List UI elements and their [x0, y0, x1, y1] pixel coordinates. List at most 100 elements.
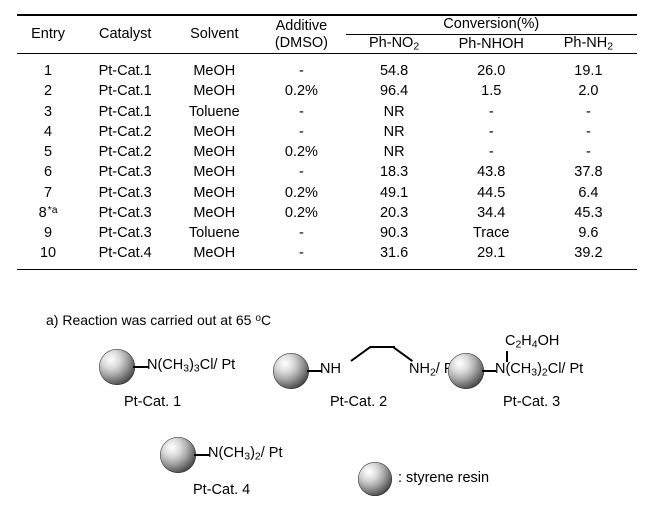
caption-pt-cat-3: Pt-Cat. 3 [503, 394, 561, 410]
table-row: 6 Pt-Cat.3 MeOH - 18.3 43.8 37.8 [17, 162, 637, 182]
cell-additive: - [299, 103, 304, 120]
cell-entry: 6 [17, 162, 79, 182]
column-header-ph-nh2: Ph-NH2 [563, 35, 614, 53]
cell-conversion-ph-no2: 90.3 [379, 225, 409, 242]
cell-catalyst: Pt-Cat.3 [98, 164, 152, 181]
formula-pt-cat-3: N(CH3)2Cl/ Pt [495, 361, 584, 379]
styrene-resin-sphere-icon [160, 437, 196, 473]
cell-solvent: MeOH [193, 164, 236, 181]
cell-catalyst: Pt-Cat.3 [98, 204, 152, 221]
cell-catalyst: Pt-Cat.1 [98, 83, 152, 100]
column-header-additive: Additive (DMSO) [257, 16, 345, 54]
cell-solvent: MeOH [193, 144, 236, 161]
entry-number: 5 [44, 144, 53, 161]
table-row: 9 Pt-Cat.3 Toluene - 90.3 Trace 9.6 [17, 223, 637, 243]
entry-number: 1 [44, 63, 53, 80]
column-header-solvent: Solvent [190, 26, 239, 43]
cell-conversion-ph-nh2: 2.0 [578, 83, 599, 100]
table-row: 4 Pt-Cat.2 MeOH - NR - - [17, 122, 637, 142]
cell-conversion-ph-no2: NR [383, 123, 405, 140]
table-header-main-row: Entry Catalyst Solvent Additive (DMSO) C… [17, 16, 637, 51]
cell-conversion-ph-nhoh: 29.1 [477, 245, 506, 262]
cell-catalyst: Pt-Cat.1 [98, 103, 152, 120]
cell-catalyst: Pt-Cat.2 [98, 144, 152, 161]
table-bottom-rule [17, 268, 637, 270]
cell-solvent: MeOH [193, 63, 236, 80]
cell-conversion-ph-nh2: - [585, 123, 591, 140]
cell-entry: 2 [17, 81, 79, 101]
table-row: 8*a Pt-Cat.3 MeOH 0.2% 20.3 34.4 45.3 [17, 203, 637, 223]
cell-conversion-ph-no2: 18.3 [379, 164, 409, 181]
styrene-resin-sphere-icon [273, 353, 309, 389]
cell-solvent: Toluene [188, 225, 240, 242]
cell-conversion-ph-nhoh: - [488, 103, 494, 120]
cell-solvent: MeOH [193, 184, 236, 201]
cell-conversion-ph-no2: 49.1 [379, 184, 409, 201]
cell-conversion-ph-nh2: 6.4 [578, 184, 599, 201]
cell-conversion-ph-nhoh: - [488, 144, 494, 161]
styrene-resin-sphere-icon [448, 353, 484, 389]
table-row: 3 Pt-Cat.1 Toluene - NR - - [17, 102, 637, 122]
cell-solvent: MeOH [193, 204, 236, 221]
cell-conversion-ph-nhoh: 43.8 [477, 164, 506, 181]
cell-additive: 0.2% [284, 83, 318, 100]
cell-conversion-ph-nh2: 37.8 [574, 164, 603, 181]
cell-catalyst: Pt-Cat.3 [98, 225, 152, 242]
column-header-ph-no2: Ph-NO2 [369, 35, 420, 53]
cell-conversion-ph-no2: 20.3 [379, 204, 409, 221]
cell-solvent: MeOH [193, 83, 236, 100]
cell-conversion-ph-nh2: 19.1 [574, 63, 603, 80]
caption-pt-cat-2: Pt-Cat. 2 [330, 394, 388, 410]
column-header-additive-line1: Additive [275, 18, 328, 35]
bond-resin-to-nitrogen [482, 370, 496, 373]
column-header-catalyst: Catalyst [98, 26, 152, 43]
cell-conversion-ph-nh2: - [585, 103, 591, 120]
entry-number: 10 [39, 245, 57, 262]
cell-conversion-ph-no2: NR [383, 144, 405, 161]
formula-pt-cat-4: N(CH3)2/ Pt [208, 445, 283, 463]
legend-label: : styrene resin [398, 470, 490, 486]
table-footnote: a) Reaction was carried out at 65 oC [46, 312, 271, 328]
caption-pt-cat-4: Pt-Cat. 4 [193, 482, 251, 498]
cell-entry: 5 [17, 142, 79, 162]
bond-ethylene-up [350, 346, 372, 362]
cell-conversion-ph-no2: 54.8 [379, 63, 409, 80]
cell-additive: - [299, 123, 304, 140]
table-row: 7 Pt-Cat.3 MeOH 0.2% 49.1 44.5 6.4 [17, 183, 637, 203]
cell-entry: 9 [17, 223, 79, 243]
cell-additive: - [299, 63, 304, 80]
cell-entry: 7 [17, 183, 79, 203]
results-table: Entry Catalyst Solvent Additive (DMSO) C… [17, 14, 637, 270]
footnote-unit: C [260, 312, 272, 328]
cell-entry: 8*a [17, 203, 79, 223]
cell-conversion-ph-nh2: 45.3 [574, 204, 603, 221]
cell-conversion-ph-no2: 96.4 [379, 83, 409, 100]
cell-solvent: Toluene [188, 103, 240, 120]
cell-conversion-ph-nhoh: Trace [472, 225, 510, 242]
cell-entry: 3 [17, 102, 79, 122]
cell-conversion-ph-nh2: 9.6 [578, 225, 599, 242]
cell-catalyst: Pt-Cat.1 [98, 63, 152, 80]
table-row: 1 Pt-Cat.1 MeOH - 54.8 26.0 19.1 [17, 61, 637, 81]
table-row: 2 Pt-Cat.1 MeOH 0.2% 96.4 1.5 2.0 [17, 81, 637, 101]
caption-pt-cat-1: Pt-Cat. 1 [124, 394, 182, 410]
results-table-container: Entry Catalyst Solvent Additive (DMSO) C… [17, 14, 637, 270]
entry-number: 4 [44, 123, 53, 140]
entry-number: 2 [44, 83, 53, 100]
cell-entry: 1 [17, 61, 79, 81]
cell-conversion-ph-nhoh: 1.5 [481, 83, 502, 100]
table-body: 1 Pt-Cat.1 MeOH - 54.8 26.0 19.1 2 Pt-Cat.1 MeOH 0… [17, 61, 637, 264]
entry-footnote-marker: *a [47, 204, 58, 216]
formula-c2h4oh-group: C2H4OH [505, 333, 560, 351]
cell-conversion-ph-nh2: 39.2 [574, 245, 603, 262]
entry-number: 3 [44, 103, 53, 120]
bond-ethylene-down [392, 346, 414, 362]
cell-additive: 0.2% [284, 144, 318, 161]
cell-catalyst: Pt-Cat.2 [98, 123, 152, 140]
formula-nh-group: NH [320, 361, 341, 377]
cell-entry: 4 [17, 122, 79, 142]
cell-additive: - [299, 225, 304, 242]
entry-number: 6 [44, 164, 53, 181]
footnote-text: a) Reaction was carried out at 65 [46, 312, 256, 328]
cell-catalyst: Pt-Cat.3 [98, 184, 152, 201]
